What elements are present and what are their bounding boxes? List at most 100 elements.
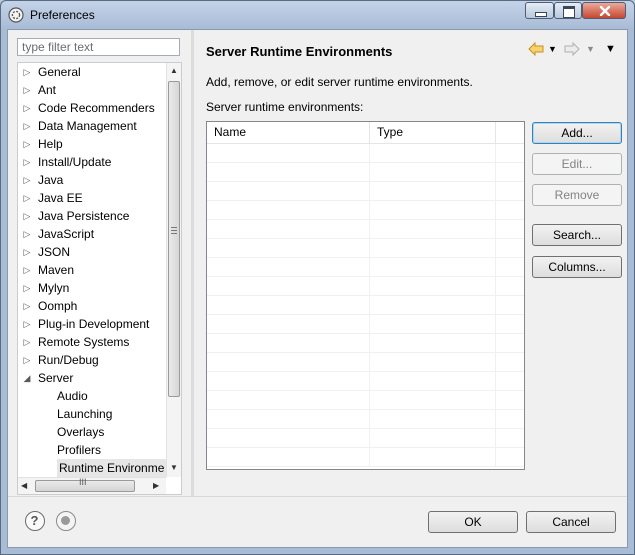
back-button[interactable] (528, 41, 544, 59)
table-row (207, 277, 524, 296)
collapsed-arrow-icon[interactable]: ▷ (22, 333, 32, 351)
collapsed-arrow-icon[interactable]: ▷ (22, 117, 32, 135)
forward-button[interactable] (564, 41, 580, 59)
collapsed-arrow-icon[interactable]: ▷ (22, 297, 32, 315)
collapsed-arrow-icon[interactable]: ▷ (22, 135, 32, 153)
scroll-down-icon[interactable]: ▼ (170, 463, 178, 472)
cancel-button[interactable]: Cancel (526, 511, 616, 533)
collapsed-arrow-icon[interactable]: ▷ (22, 225, 32, 243)
collapsed-arrow-icon[interactable]: ▷ (22, 153, 32, 171)
scroll-left-icon[interactable]: ◀ (21, 481, 27, 490)
add-button[interactable]: Add... (532, 122, 622, 144)
minimize-icon (535, 12, 547, 17)
collapsed-arrow-icon[interactable]: ▷ (22, 243, 32, 261)
collapsed-arrow-icon[interactable]: ▷ (22, 99, 32, 117)
help-icon[interactable]: ? (25, 511, 45, 531)
filter-input[interactable] (17, 38, 180, 56)
collapsed-arrow-icon[interactable]: ▷ (22, 63, 32, 81)
eclipse-icon (8, 7, 24, 23)
tree-item-label: Help (38, 137, 63, 151)
tree-item[interactable]: ▷ Run/Debug (18, 351, 164, 369)
column-divider (495, 448, 496, 467)
tree-item[interactable]: ▷ JSON (18, 243, 164, 261)
column-divider (369, 372, 370, 391)
column-header-type[interactable]: Type (370, 122, 496, 143)
back-dropdown-icon[interactable]: ▼ (548, 44, 557, 54)
tree-item[interactable]: ▷ Install/Update (18, 153, 164, 171)
edit-button[interactable]: Edit... (532, 153, 622, 175)
scroll-up-icon[interactable]: ▲ (170, 66, 178, 75)
pane-splitter[interactable] (191, 30, 194, 496)
column-divider (369, 315, 370, 334)
tree-item[interactable]: ▷ Mylyn (18, 279, 164, 297)
column-divider (495, 315, 496, 334)
tree-item[interactable]: ▷ Data Management (18, 117, 164, 135)
column-divider (495, 220, 496, 239)
tree-item[interactable]: ▷ Remote Systems (18, 333, 164, 351)
tree-item-label: Audio (57, 389, 88, 403)
collapsed-arrow-icon[interactable]: ▷ (22, 81, 32, 99)
column-header-name[interactable]: Name (207, 122, 370, 143)
footer-separator (8, 496, 627, 497)
tree-item[interactable]: ▷ Java EE (18, 189, 164, 207)
search-button[interactable]: Search... (532, 224, 622, 246)
tree-item[interactable]: ◢ Server (18, 369, 164, 387)
tree-item[interactable]: ▷ JavaScript (18, 225, 164, 243)
tree-item[interactable]: Overlays (18, 423, 164, 441)
maximize-icon (563, 6, 575, 18)
tree-item[interactable]: ▷ Maven (18, 261, 164, 279)
tree-item[interactable]: ▷ Java Persistence (18, 207, 164, 225)
tree-item[interactable]: Profilers (18, 441, 164, 459)
tree-item[interactable]: Launching (18, 405, 164, 423)
ok-button[interactable]: OK (428, 511, 518, 533)
tree-item[interactable]: ▷ Java (18, 171, 164, 189)
tree-item-label: Remote Systems (38, 335, 130, 349)
collapsed-arrow-icon[interactable]: ▷ (22, 171, 32, 189)
collapsed-arrow-icon[interactable]: ▷ (22, 207, 32, 225)
tree-item[interactable]: ▷ Help (18, 135, 164, 153)
table-row (207, 429, 524, 448)
table-row (207, 315, 524, 334)
columns-button[interactable]: Columns... (532, 256, 622, 278)
tree-item[interactable]: ▷ Plug-in Development (18, 315, 164, 333)
runtime-table[interactable]: Name Type (206, 121, 525, 470)
tree-vertical-scrollbar[interactable]: ▲ ▼ (166, 63, 181, 477)
close-button[interactable] (582, 2, 626, 19)
tree-item-label: General (38, 65, 81, 79)
forward-dropdown-icon[interactable]: ▼ (586, 44, 595, 54)
hscroll-thumb[interactable]: III (35, 477, 135, 492)
table-row (207, 372, 524, 391)
tree-item-label: Profilers (57, 443, 102, 457)
tree-item[interactable]: ▷ General (18, 63, 164, 81)
view-menu-icon[interactable]: ▼ (605, 43, 616, 55)
tree-item[interactable]: ▷ Ant (18, 81, 164, 99)
tree-item[interactable]: ▷ Code Recommenders (18, 99, 164, 117)
tree-item[interactable]: Audio (18, 387, 164, 405)
collapsed-arrow-icon[interactable]: ▷ (22, 351, 32, 369)
collapsed-arrow-icon[interactable]: ▷ (22, 315, 32, 333)
expanded-arrow-icon[interactable]: ◢ (22, 369, 32, 387)
tree-item-label: Plug-in Development (38, 317, 150, 331)
collapsed-arrow-icon[interactable]: ▷ (22, 261, 32, 279)
scroll-thumb[interactable] (168, 81, 180, 397)
record-icon[interactable] (56, 511, 76, 531)
table-row (207, 410, 524, 429)
column-divider (369, 144, 370, 163)
tree-horizontal-scrollbar[interactable]: ◀ III ▶ (18, 477, 166, 494)
column-divider (369, 353, 370, 372)
minimize-button[interactable] (525, 2, 554, 19)
tree-item[interactable]: Runtime Environme (18, 459, 167, 477)
maximize-button[interactable] (554, 2, 582, 19)
scroll-right-icon[interactable]: ▶ (153, 481, 159, 490)
column-divider (369, 391, 370, 410)
title-bar[interactable]: Preferences (1, 1, 634, 29)
collapsed-arrow-icon[interactable]: ▷ (22, 189, 32, 207)
tree-item-label: Install/Update (38, 155, 112, 169)
tree-item-label: Code Recommenders (38, 101, 155, 115)
column-divider (495, 239, 496, 258)
tree-item[interactable]: ▷ Oomph (18, 297, 164, 315)
collapsed-arrow-icon[interactable]: ▷ (22, 279, 32, 297)
tree-item-label: Server (38, 371, 74, 385)
column-divider (369, 296, 370, 315)
remove-button[interactable]: Remove (532, 184, 622, 206)
